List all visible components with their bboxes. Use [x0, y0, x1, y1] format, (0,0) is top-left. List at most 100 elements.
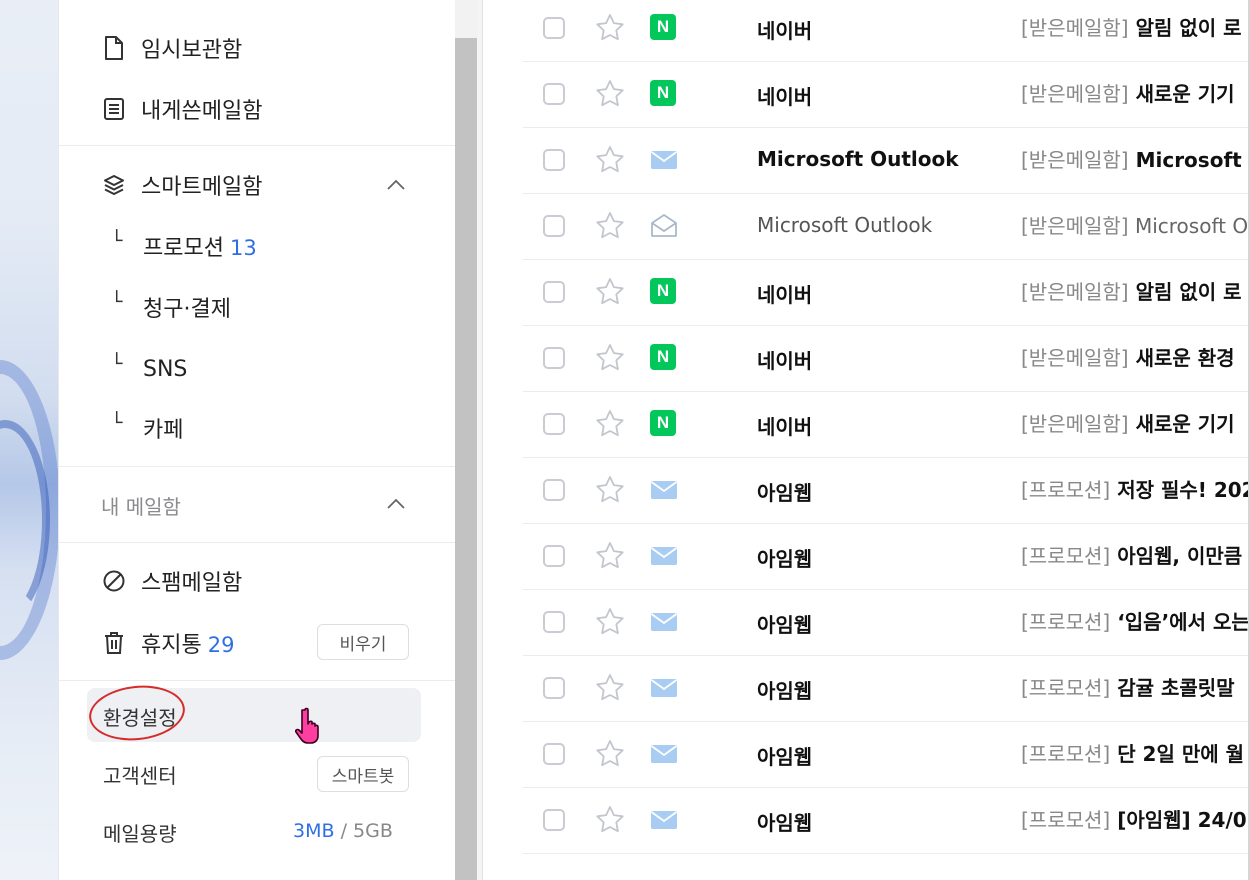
mail-subject[interactable]: [받은메일함] 새로운 기기	[1021, 78, 1235, 107]
divider	[59, 145, 456, 146]
mail-row[interactable]: N 네이버 [받은메일함] 새로운 환경	[523, 326, 1250, 392]
mail-subject[interactable]: [프로모션] [아임웹] 24/01	[1021, 804, 1250, 833]
star-icon[interactable]	[594, 276, 626, 308]
star-icon[interactable]	[594, 804, 626, 836]
mail-folder-tag: [프로모션]	[1021, 544, 1111, 568]
mail-row[interactable]: N 네이버 [받은메일함] 새로운 기기	[523, 62, 1250, 128]
mail-sender: 네이버	[757, 19, 813, 43]
mail-folder-tag: [프로모션]	[1021, 742, 1111, 766]
mail-subject-text: [아임웹] 24/01	[1117, 808, 1250, 832]
mail-checkbox[interactable]	[543, 479, 565, 501]
sidebar-item-label: 내게쓴메일함	[141, 99, 263, 124]
my-mailbox-header[interactable]: 내 메일함	[59, 484, 456, 524]
mail-sender: Microsoft Outlook	[757, 213, 933, 237]
mail-row[interactable]: 아임웹 [프로모션] 감귤 초콜릿말	[523, 656, 1250, 722]
mail-sender: 네이버	[757, 283, 813, 307]
sidebar-item-label: 휴지통 29	[141, 633, 235, 658]
mail-subject[interactable]: [프로모션] ‘입음’에서 오는	[1021, 606, 1250, 635]
sidebar-item-cafe[interactable]: └ 카페	[59, 408, 456, 448]
star-icon[interactable]	[594, 738, 626, 770]
sidebar-item-label: 청구·결제	[143, 297, 231, 322]
scrollbar-thumb[interactable]	[455, 38, 477, 880]
naver-icon: N	[650, 410, 678, 438]
mail-checkbox[interactable]	[543, 809, 565, 831]
mail-checkbox[interactable]	[543, 545, 565, 567]
envelope-icon	[650, 151, 678, 169]
star-icon[interactable]	[594, 474, 626, 506]
mail-folder-tag: [프로모션]	[1021, 478, 1111, 502]
sidebar-item-sns[interactable]: └ SNS	[59, 349, 456, 389]
star-icon[interactable]	[594, 144, 626, 176]
mail-row[interactable]: 아임웹 [프로모션] 저장 필수! 202	[523, 458, 1250, 524]
mail-checkbox[interactable]	[543, 17, 565, 39]
mail-row[interactable]: Microsoft Outlook [받은메일함] Microsoft O	[523, 128, 1250, 194]
mail-subject[interactable]: [받은메일함] Microsoft O	[1021, 144, 1250, 173]
mail-folder-tag: [프로모션]	[1021, 610, 1111, 634]
mail-subject[interactable]: [받은메일함] 새로운 기기	[1021, 408, 1235, 437]
block-icon	[101, 568, 127, 594]
mail-checkbox[interactable]	[543, 281, 565, 303]
sidebar-item-label: 카페	[143, 418, 184, 443]
mail-row[interactable]: N 네이버 [받은메일함] 알림 없이 로	[523, 0, 1250, 62]
mail-subject[interactable]: [프로모션] 아임웹, 이만큼	[1021, 540, 1242, 569]
mail-row[interactable]: N 네이버 [받은메일함] 새로운 기기	[523, 392, 1250, 458]
mail-checkbox[interactable]	[543, 743, 565, 765]
mail-row[interactable]: 아임웹 [프로모션] 단 2일 만에 월	[523, 722, 1250, 788]
mail-checkbox[interactable]	[543, 611, 565, 633]
mail-sender: 아임웹	[757, 679, 813, 703]
mail-subject[interactable]: [받은메일함] Microsoft Ou	[1021, 210, 1250, 239]
mail-subject-text: 새로운 기기	[1135, 82, 1235, 106]
sidebar-item-promotion[interactable]: └ 프로모션 13	[59, 226, 456, 266]
mail-folder-tag: [프로모션]	[1021, 808, 1111, 832]
sidebar-scrollbar[interactable]	[455, 0, 477, 880]
star-icon[interactable]	[594, 606, 626, 638]
sidebar-item-sent-to-me[interactable]: 내게쓴메일함	[59, 89, 456, 129]
mail-row[interactable]: 아임웹 [프로모션] [아임웹] 24/01	[523, 788, 1250, 854]
mail-sender: 아임웹	[757, 745, 813, 769]
unread-count: 13	[229, 236, 257, 260]
mail-row[interactable]: N 네이버 [받은메일함] 알림 없이 로	[523, 260, 1250, 326]
mail-checkbox[interactable]	[543, 149, 565, 171]
envelope-icon	[650, 613, 678, 631]
mail-row[interactable]: 아임웹 [프로모션] 아임웹, 이만큼	[523, 524, 1250, 590]
star-icon[interactable]	[594, 12, 626, 44]
star-icon[interactable]	[594, 78, 626, 110]
star-icon[interactable]	[594, 408, 626, 440]
mail-list: N 네이버 [받은메일함] 알림 없이 로 N 네이버 [받은메일함] 새로운 기기 Mic…	[483, 0, 1250, 880]
mail-checkbox[interactable]	[543, 83, 565, 105]
support-link[interactable]: 고객센터	[103, 760, 177, 789]
chevron-up-icon[interactable]	[385, 493, 407, 515]
star-icon[interactable]	[594, 540, 626, 572]
mail-checkbox[interactable]	[543, 413, 565, 435]
mail-subject-text: 저장 필수! 202	[1117, 478, 1250, 502]
mail-folder-tag: [받은메일함]	[1021, 82, 1129, 106]
mail-checkbox[interactable]	[543, 347, 565, 369]
mail-folder-tag: [프로모션]	[1021, 676, 1111, 700]
sidebar-item-label: 스팸메일함	[141, 571, 243, 596]
mail-subject-text: 아임웹, 이만큼	[1117, 544, 1243, 568]
star-icon[interactable]	[594, 210, 626, 242]
mail-subject[interactable]: [받은메일함] 알림 없이 로	[1021, 276, 1242, 305]
chevron-up-icon[interactable]	[385, 174, 407, 196]
sidebar-item-drafts[interactable]: 임시보관함	[59, 28, 456, 68]
mail-row[interactable]: Microsoft Outlook [받은메일함] Microsoft Ou	[523, 194, 1250, 260]
sidebar-item-spam[interactable]: 스팸메일함	[59, 561, 456, 601]
empty-trash-button[interactable]: 비우기	[317, 624, 409, 660]
sidebar-item-smart-mailbox[interactable]: 스마트메일함	[59, 165, 456, 205]
trash-count: 29	[207, 633, 235, 657]
mail-checkbox[interactable]	[543, 677, 565, 699]
sidebar-item-trash[interactable]: 휴지통 29 비우기	[59, 623, 456, 663]
mail-checkbox[interactable]	[543, 215, 565, 237]
mail-sender: 네이버	[757, 85, 813, 109]
mail-row[interactable]: 아임웹 [프로모션] ‘입음’에서 오는	[523, 590, 1250, 656]
sidebar-item-billing[interactable]: └ 청구·결제	[59, 287, 456, 327]
smartbot-button[interactable]: 스마트봇	[317, 756, 409, 792]
mail-subject[interactable]: [프로모션] 감귤 초콜릿말	[1021, 672, 1235, 701]
star-icon[interactable]	[594, 342, 626, 374]
mail-subject[interactable]: [받은메일함] 알림 없이 로	[1021, 12, 1242, 41]
mail-subject[interactable]: [받은메일함] 새로운 환경	[1021, 342, 1235, 371]
star-icon[interactable]	[594, 672, 626, 704]
mail-subject[interactable]: [프로모션] 저장 필수! 202	[1021, 474, 1250, 503]
mail-subject[interactable]: [프로모션] 단 2일 만에 월	[1021, 738, 1244, 767]
mail-folder-tag: [받은메일함]	[1021, 280, 1129, 304]
